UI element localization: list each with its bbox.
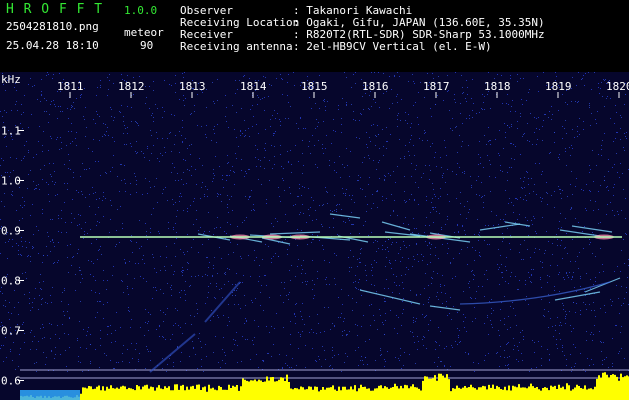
freq-tick-label: 0.6 — [1, 375, 21, 388]
detection-count: 90 — [140, 39, 154, 52]
freq-tick-label: 1.0 — [1, 175, 21, 188]
time-tick-label: 1819 — [545, 80, 572, 93]
info-label-antenna: Receiving antenna — [180, 40, 293, 53]
freq-unit-label: kHz — [1, 73, 21, 86]
freq-tick-label: 0.8 — [1, 275, 21, 288]
file-name: 2504281810.png — [6, 20, 99, 33]
spectrogram-svg: kHz 1811 1812 1813 1814 1815 1816 1817 1818 1819 1… — [0, 72, 629, 400]
spectrogram-background — [0, 72, 629, 400]
freq-tick-label: 0.7 — [1, 325, 21, 338]
time-tick-label: 1818 — [484, 80, 511, 93]
time-tick-label: 1815 — [301, 80, 328, 93]
time-tick-label: 1811 — [57, 80, 84, 93]
app-version: 1.0.0 — [124, 4, 158, 17]
file-datetime: 25.04.28 18:10 — [6, 39, 99, 52]
time-tick-label: 1816 — [362, 80, 389, 93]
time-tick-label: 1814 — [240, 80, 267, 93]
spectrogram-panel: kHz 1811 1812 1813 1814 1815 1816 1817 1818 1819 1… — [0, 72, 629, 400]
header-panel: H R O F F T 1.0.0 2504281810.png meteor … — [0, 0, 629, 72]
histogram-low-band — [20, 390, 80, 400]
freq-tick-label: 0.9 — [1, 225, 21, 238]
app-title: H R O F F T — [6, 2, 104, 17]
time-tick-label: 1812 — [118, 80, 145, 93]
time-tick-label: 1817 — [423, 80, 450, 93]
time-tick-label: 1820 — [606, 80, 629, 93]
freq-tick-label: 1.1 — [1, 125, 21, 138]
info-value-antenna: : 2el-HB9CV Vertical (el. E-W) — [293, 40, 492, 53]
detection-label: meteor — [124, 26, 164, 39]
time-tick-label: 1813 — [179, 80, 206, 93]
